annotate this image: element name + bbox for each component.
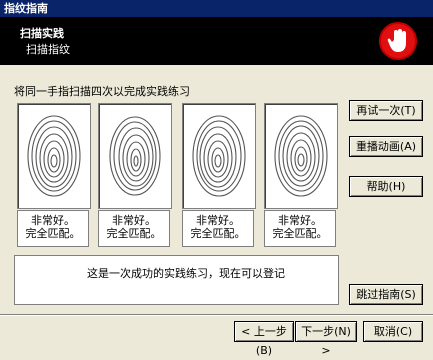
- fingerprint-hand-icon: [379, 22, 417, 60]
- scan-status-1: 非常好。 完全匹配。: [17, 210, 89, 247]
- fingerprint-scan-3: [182, 103, 256, 209]
- next-button[interactable]: 下一步(N) >: [295, 321, 357, 357]
- result-message: 这是一次成功的实践练习，现在可以登记: [87, 267, 285, 280]
- fingerprint-icon: [274, 115, 328, 197]
- scan-status-line2: 完全匹配。: [190, 227, 246, 240]
- scan-status-4: 非常好。 完全匹配。: [264, 210, 336, 247]
- instruction-text: 将同一手指扫描四次以完成实践练习: [14, 85, 190, 98]
- cancel-button[interactable]: 取消(C): [363, 321, 423, 342]
- fingerprint-scan-4: [264, 103, 338, 209]
- scan-status-line1: 非常好。: [31, 214, 75, 227]
- scan-status-line1: 非常好。: [278, 214, 322, 227]
- back-button[interactable]: < 上一步(B): [234, 321, 294, 357]
- skip-tutorial-button[interactable]: 跳过指南(S): [349, 284, 423, 305]
- scan-status-3: 非常好。 完全匹配。: [182, 210, 254, 247]
- scan-status-line1: 非常好。: [112, 214, 156, 227]
- scan-status-2: 非常好。 完全匹配。: [98, 210, 170, 247]
- fingerprint-scan-2: [98, 103, 172, 209]
- wizard-header: 扫描实践 扫描指纹: [0, 17, 433, 65]
- footer-separator: [0, 314, 433, 316]
- retry-button[interactable]: 再试一次(T): [349, 100, 423, 121]
- help-button[interactable]: 帮助(H): [349, 176, 423, 197]
- replay-animation-button[interactable]: 重播动画(A): [349, 136, 423, 157]
- scan-status-line2: 完全匹配。: [272, 227, 328, 240]
- scan-status-line2: 完全匹配。: [106, 227, 162, 240]
- fingerprint-icon: [192, 115, 246, 197]
- fingerprint-icon: [27, 115, 81, 197]
- window-title: 指纹指南: [0, 0, 433, 17]
- header-subtitle: 扫描指纹: [26, 43, 70, 56]
- fingerprint-icon: [109, 116, 161, 196]
- result-message-box: 这是一次成功的实践练习，现在可以登记: [14, 255, 339, 305]
- fingerprint-scan-1: [17, 103, 91, 209]
- scan-status-line2: 完全匹配。: [25, 227, 81, 240]
- scan-status-line1: 非常好。: [196, 214, 240, 227]
- header-title: 扫描实践: [20, 27, 64, 40]
